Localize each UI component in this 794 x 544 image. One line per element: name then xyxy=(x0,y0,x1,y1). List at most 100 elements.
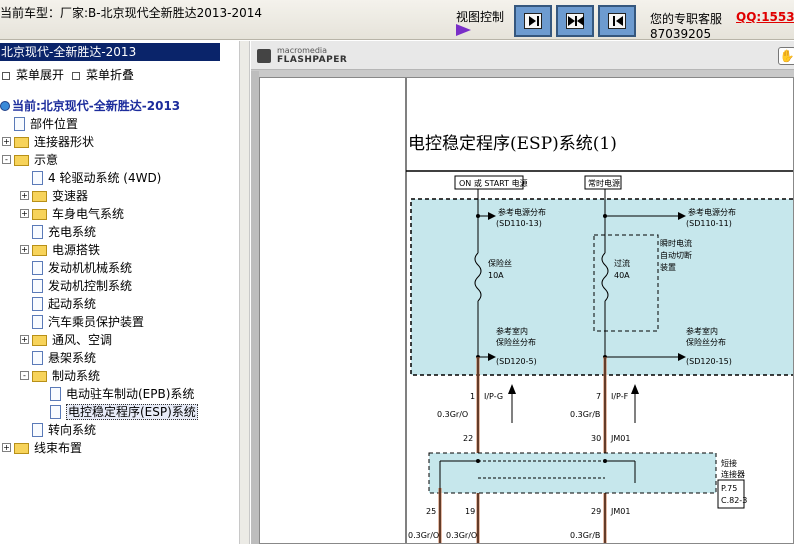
tree-item-label: 转向系统 xyxy=(48,423,97,437)
pin-25: 25 xyxy=(426,507,436,516)
expand-node-icon[interactable]: + xyxy=(2,443,11,452)
document-icon xyxy=(32,225,43,239)
label-on-start: ON 或 START 电源 xyxy=(459,178,528,188)
wire-bottom-right: 0.3Gr/B xyxy=(570,531,600,540)
ref-fuse-left-a: 参考室内 xyxy=(496,326,528,336)
tree-item-label: 汽车乘员保护装置 xyxy=(48,315,145,329)
hand-icon: ✋ xyxy=(779,49,794,63)
wire-left-color: 0.3Gr/O xyxy=(437,410,468,419)
ref-fuse-right-a: 参考室内 xyxy=(686,326,718,336)
shorting-connector-code: C.82-3 xyxy=(721,496,747,505)
tree-item[interactable]: + 通风、空调 xyxy=(20,331,113,349)
document-icon xyxy=(32,279,43,293)
support-qq-link[interactable]: QQ:15535 xyxy=(736,10,794,24)
expand-all-label: 菜单展开 xyxy=(16,68,65,82)
document-page[interactable]: 电控稳定程序(ESP)系统(1) ON 或 START 电源 常时电源 参考电源… xyxy=(259,77,794,544)
tree-item[interactable]: - 示意 xyxy=(2,151,59,169)
esp-wiring-diagram: 电控稳定程序(ESP)系统(1) ON 或 START 电源 常时电源 参考电源… xyxy=(405,78,793,543)
collapse-all-button[interactable]: 菜单折叠 xyxy=(72,66,134,83)
document-icon xyxy=(32,315,43,329)
pin-7: 7 xyxy=(596,392,601,401)
tree-item[interactable]: 发动机控制系统 xyxy=(32,277,132,295)
tree-item-label: 4 轮驱动系统 (4WD) xyxy=(48,171,162,185)
jm01-top: JM01 xyxy=(610,434,630,443)
tree-item[interactable]: 起动系统 xyxy=(32,295,96,313)
tree-item[interactable]: 转向系统 xyxy=(32,421,96,439)
shorting-connector-b: 连接器 xyxy=(721,469,745,479)
next-page-button[interactable] xyxy=(514,5,552,37)
navigation-tree-panel: 北京现代-全新胜达-2013 菜单展开 菜单折叠 当前:北京现代-全新胜达-20… xyxy=(0,41,240,544)
tree-item[interactable]: 发动机机械系统 xyxy=(32,259,132,277)
ref-power-right-code: (SD110-11) xyxy=(686,219,732,228)
shorting-connector-page: P.75 xyxy=(721,484,737,493)
tree-item-label: 通风、空调 xyxy=(52,333,113,347)
document-icon xyxy=(32,261,43,275)
tree-item[interactable]: 充电系统 xyxy=(32,223,96,241)
tree-item-label: 部件位置 xyxy=(30,117,79,131)
fit-width-button[interactable] xyxy=(556,5,594,37)
tree-item-label: 电源搭铁 xyxy=(52,243,101,257)
folder-open-icon xyxy=(32,371,47,382)
brand-small: macromedia xyxy=(277,46,328,55)
tree-item[interactable]: + 车身电气系统 xyxy=(20,205,125,223)
tree-item[interactable]: 电动驻车制动(EPB)系统 xyxy=(50,385,194,403)
document-icon xyxy=(32,297,43,311)
current-car-title: 当前车型：厂家:B-北京现代全新胜达2013-2014 xyxy=(0,6,263,20)
fit-width-icon xyxy=(566,13,584,29)
tree-item[interactable]: + 电源搭铁 xyxy=(20,241,101,259)
collapse-node-icon[interactable]: - xyxy=(20,371,29,380)
tree-item[interactable]: + 连接器形状 xyxy=(2,133,94,151)
pin-19: 19 xyxy=(465,507,475,516)
document-icon xyxy=(50,387,61,401)
tree-item-label: 起动系统 xyxy=(48,297,97,311)
folder-open-icon xyxy=(14,155,29,166)
panel-splitter[interactable] xyxy=(240,41,250,544)
collapse-all-label: 菜单折叠 xyxy=(86,68,135,82)
expand-all-button[interactable]: 菜单展开 xyxy=(2,66,64,83)
tree-item-label: 电动驻车制动(EPB)系统 xyxy=(66,387,195,401)
tree-item-label: 示意 xyxy=(34,153,59,167)
fusible-rating: 40A xyxy=(614,271,630,280)
fuse-rating: 10A xyxy=(488,271,504,280)
tree-item-label: 变速器 xyxy=(52,189,89,203)
ref-fuse-left-b: 保险丝分布 xyxy=(496,337,536,347)
view-control-arrow-icon xyxy=(456,24,471,36)
expand-node-icon[interactable]: + xyxy=(20,209,29,218)
tree-item[interactable]: + 线束布置 xyxy=(2,439,82,457)
tree-item[interactable]: 悬架系统 xyxy=(32,349,96,367)
tree-item[interactable]: 电控稳定程序(ESP)系统 xyxy=(50,403,198,421)
current-node[interactable]: 当前:北京现代-全新胜达-2013 xyxy=(0,97,180,114)
document-icon xyxy=(32,423,43,437)
tree-item[interactable]: 汽车乘员保护装置 xyxy=(32,313,144,331)
wire-bottom-left-1: 0.3Gr/O xyxy=(408,531,439,540)
collapse-node-icon[interactable]: - xyxy=(2,155,11,164)
expand-node-icon[interactable]: + xyxy=(2,137,11,146)
support-label: 您的专职客服 xyxy=(650,12,723,26)
previous-page-button[interactable] xyxy=(598,5,636,37)
view-control-label: 视图控制 xyxy=(456,10,505,24)
tree-item-label: 充电系统 xyxy=(48,225,97,239)
auto-cut-label-2: 自动切断 xyxy=(660,250,692,260)
folder-icon xyxy=(32,245,47,256)
pin-1: 1 xyxy=(470,392,475,401)
tree-item[interactable]: - 制动系统 xyxy=(20,367,100,385)
expand-node-icon[interactable]: + xyxy=(20,245,29,254)
folder-icon xyxy=(14,443,29,454)
tree-item-label: 电控稳定程序(ESP)系统 xyxy=(66,404,198,420)
expand-node-icon[interactable]: + xyxy=(20,335,29,344)
folder-icon xyxy=(32,335,47,346)
current-node-label: 当前:北京现代-全新胜达-2013 xyxy=(12,99,181,113)
document-icon xyxy=(32,351,43,365)
ref-power-left-code: (SD110-13) xyxy=(496,219,542,228)
tree-item[interactable]: + 变速器 xyxy=(20,187,89,205)
ref-fuse-left-code: (SD120-5) xyxy=(496,357,537,366)
tree-item[interactable]: 4 轮驱动系统 (4WD) xyxy=(32,169,161,187)
hand-tool-button[interactable]: ✋ xyxy=(778,47,794,65)
folder-icon xyxy=(32,191,47,202)
tree-item-label: 悬架系统 xyxy=(48,351,97,365)
tree-item[interactable]: 部件位置 xyxy=(14,115,78,133)
tree-header: 北京现代-全新胜达-2013 xyxy=(0,43,220,61)
expand-node-icon[interactable]: + xyxy=(20,191,29,200)
tree-item-label: 车身电气系统 xyxy=(52,207,125,221)
ref-power-left: 参考电源分布 xyxy=(498,207,546,217)
